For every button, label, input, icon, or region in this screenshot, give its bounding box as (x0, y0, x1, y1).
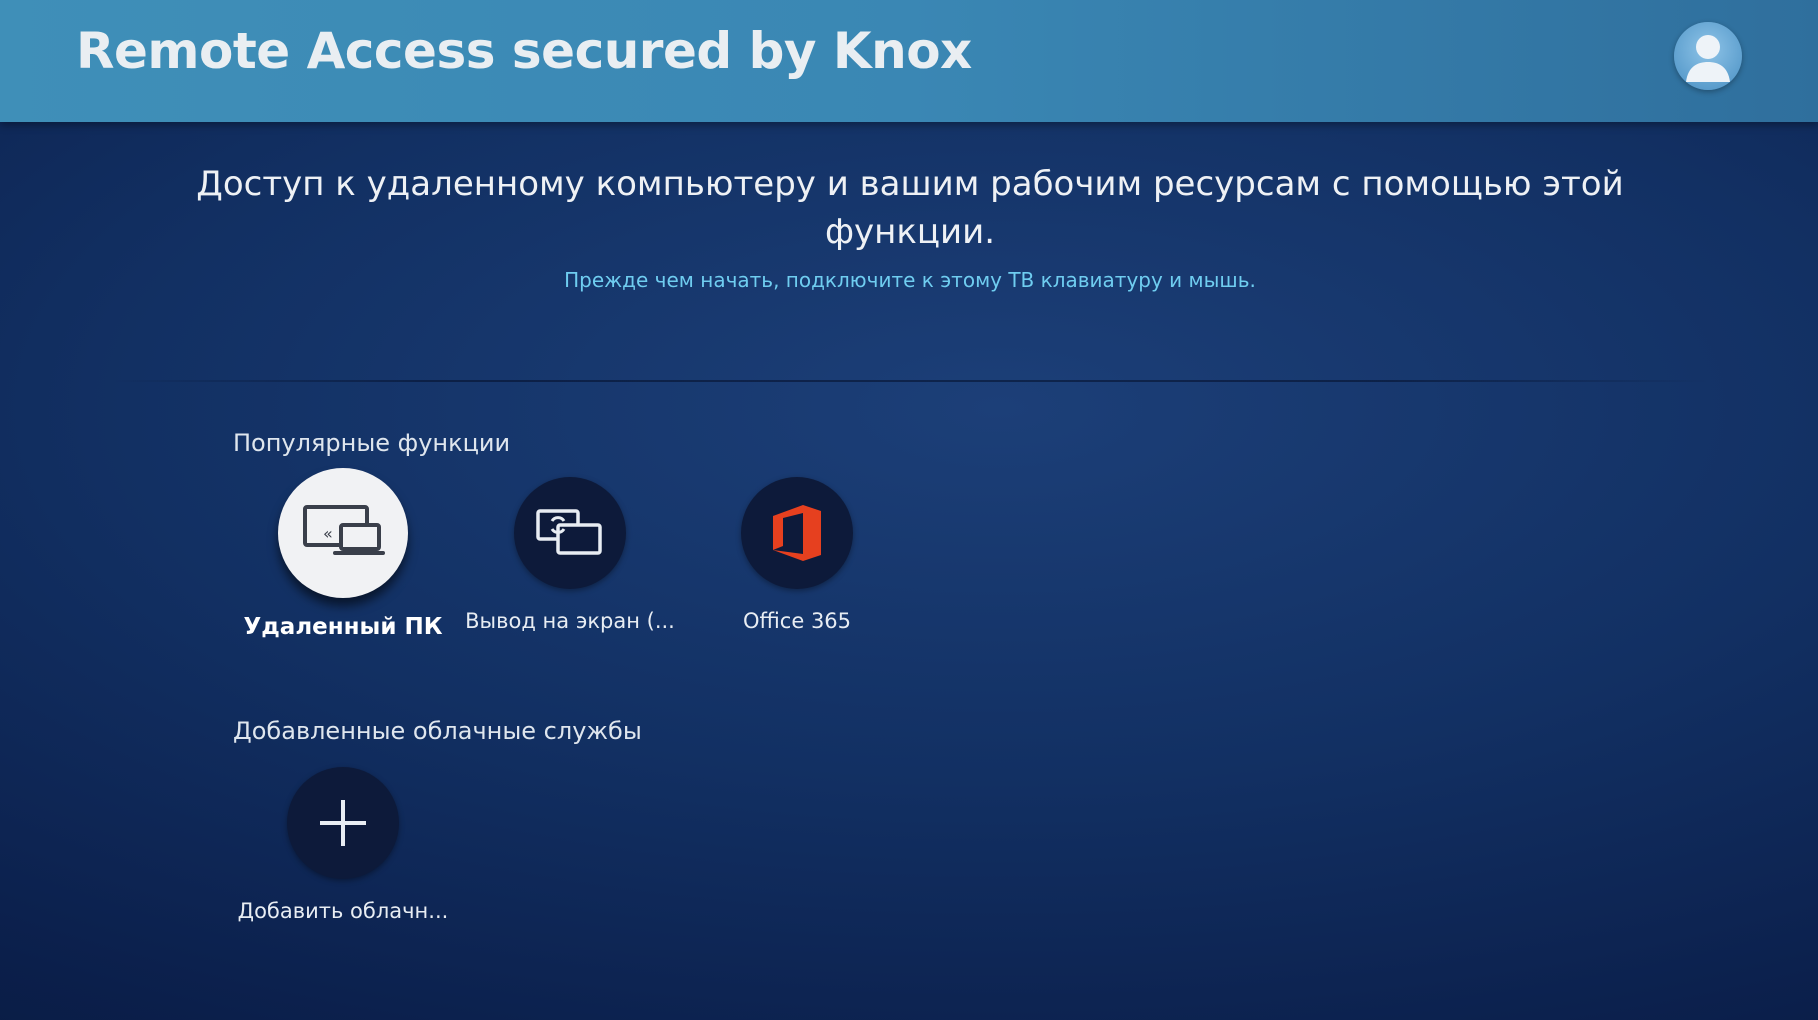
cloud-services-title: Добавленные облачные службы (233, 717, 642, 745)
tile-label: Вывод на экран (... (465, 609, 675, 633)
keyboard-mouse-hint: Прежде чем начать, подключите к этому ТВ… (564, 268, 1256, 292)
popular-features-title: Популярные функции (233, 429, 511, 457)
app-title: Remote Access secured by Knox (76, 22, 972, 80)
tile-label: Удаленный ПК (243, 614, 443, 640)
svg-text:«: « (323, 524, 333, 543)
tile-label: Добавить облачн... (237, 899, 449, 923)
plus-icon (287, 767, 399, 879)
remote-pc-icon: « (278, 468, 408, 598)
remote-access-screen: Remote Access secured by Knox Доступ к у… (0, 0, 1818, 1020)
screen-mirroring-icon (514, 477, 626, 589)
section-divider (110, 380, 1710, 382)
intro-description: Доступ к удаленному компьютеру и вашим р… (196, 164, 1624, 252)
tile-add-cloud-service[interactable]: Добавить облачн... (233, 767, 453, 923)
tile-remote-pc[interactable]: « Удаленный ПК (233, 468, 453, 640)
user-profile-icon[interactable] (1674, 22, 1742, 90)
tile-label: Office 365 (742, 609, 852, 633)
tile-screen-mirroring[interactable]: Вывод на экран (... (460, 477, 680, 633)
office-365-icon (741, 477, 853, 589)
tile-office-365[interactable]: Office 365 (687, 477, 907, 633)
intro-section: Доступ к удаленному компьютеру и вашим р… (180, 160, 1640, 292)
header-bar: Remote Access secured by Knox (0, 0, 1818, 122)
